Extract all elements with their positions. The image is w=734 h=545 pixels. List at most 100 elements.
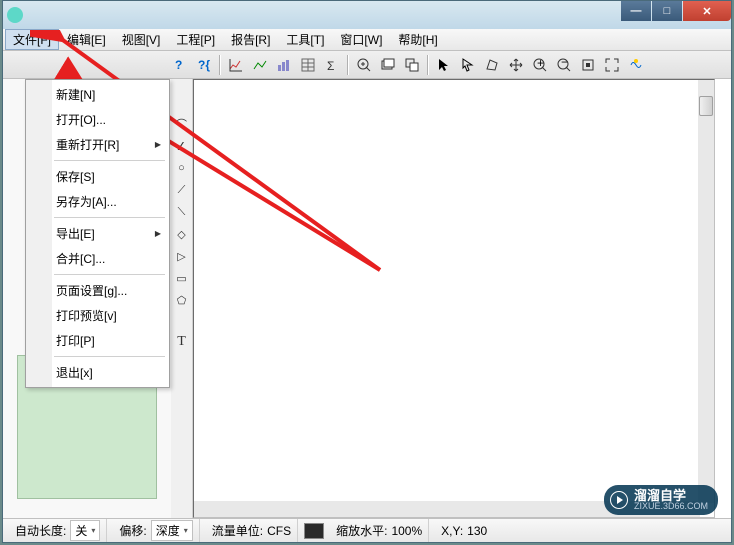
titlebar: — □ ✕ xyxy=(3,1,731,29)
menu-project[interactable]: 工程[P] xyxy=(168,29,223,50)
help-icon: ? xyxy=(172,57,188,73)
tool-line[interactable]: ⟋ xyxy=(173,181,191,199)
status-xy: X,Y: 130 xyxy=(435,519,493,542)
close-button[interactable]: ✕ xyxy=(683,1,731,21)
toolbar-button[interactable]: + xyxy=(529,54,551,76)
fit-icon xyxy=(580,57,596,73)
status-label: 自动长度: xyxy=(15,522,66,539)
tool-rect[interactable]: ▭ xyxy=(173,269,191,287)
watermark-text: 溜溜自学 ZIXUE.3D66.COM xyxy=(634,489,708,511)
menu-label: 新建[N] xyxy=(56,86,95,103)
toolbar-button[interactable] xyxy=(433,54,455,76)
toolbar-button[interactable] xyxy=(577,54,599,76)
menu-label: 打印[P] xyxy=(56,332,95,349)
toolbar-button[interactable]: Σ xyxy=(321,54,343,76)
tool-triangle[interactable]: ▷ xyxy=(173,247,191,265)
extent-icon xyxy=(604,57,620,73)
polygon-icon xyxy=(484,57,500,73)
scrollbar-thumb[interactable] xyxy=(699,96,713,116)
tool-angle[interactable]: ∠ xyxy=(173,137,191,155)
menu-export[interactable]: 导出[E] xyxy=(26,221,169,246)
menu-edit[interactable]: 编辑[E] xyxy=(59,29,114,50)
tool-text[interactable]: T xyxy=(173,333,191,351)
menu-page-setup[interactable]: 页面设置[g]... xyxy=(26,278,169,303)
toolbar-button[interactable] xyxy=(297,54,319,76)
play-icon xyxy=(610,491,628,509)
offset-dropdown[interactable]: 深度 xyxy=(151,520,193,541)
zoom-in-icon xyxy=(356,57,372,73)
tool-arc[interactable]: ⌒ xyxy=(173,115,191,133)
toolbar-button[interactable] xyxy=(401,54,423,76)
toolbar-button[interactable]: − xyxy=(553,54,575,76)
main-area: ⌒ ∠ ○ ⟋ ⟍ ◇ ▷ ▭ ⬠ T 新建[N] 打开[O]... 重新打开[… xyxy=(3,79,731,518)
toolbar-button[interactable]: ?{ xyxy=(193,54,215,76)
menu-reopen[interactable]: 重新打开[R] xyxy=(26,132,169,157)
menu-open[interactable]: 打开[O]... xyxy=(26,107,169,132)
menu-help[interactable]: 帮助[H] xyxy=(390,29,445,50)
status-zoom: 缩放水平: 100% xyxy=(330,519,429,542)
menu-view[interactable]: 视图[V] xyxy=(114,29,169,50)
toolbar-button[interactable] xyxy=(481,54,503,76)
toolbar: ? ?{ Σ + − xyxy=(3,51,731,79)
toolbar-button[interactable] xyxy=(273,54,295,76)
menu-label: 保存[S] xyxy=(56,168,95,185)
toolbar-button[interactable] xyxy=(505,54,527,76)
menu-print[interactable]: 打印[P] xyxy=(26,328,169,353)
menu-label: 打开[O]... xyxy=(56,111,106,128)
toolbar-button[interactable]: ? xyxy=(169,54,191,76)
toolbar-button[interactable] xyxy=(249,54,271,76)
menu-save-as[interactable]: 另存为[A]... xyxy=(26,189,169,214)
menu-tool[interactable]: 工具[T] xyxy=(278,29,332,50)
zoom-in-icon: + xyxy=(532,57,548,73)
watermark: 溜溜自学 ZIXUE.3D66.COM xyxy=(604,485,718,515)
maximize-button[interactable]: □ xyxy=(652,1,682,21)
status-label: X,Y: xyxy=(441,524,463,538)
vertical-scrollbar[interactable] xyxy=(698,80,714,503)
menu-exit[interactable]: 退出[x] xyxy=(26,360,169,385)
auto-length-dropdown[interactable]: 关 xyxy=(70,520,100,541)
svg-text:+: + xyxy=(537,57,544,70)
tool-polygon[interactable]: ⬠ xyxy=(173,291,191,309)
status-value: 130 xyxy=(467,524,487,538)
toolbar-button[interactable] xyxy=(225,54,247,76)
menu-new[interactable]: 新建[N] xyxy=(26,82,169,107)
toolbar-button[interactable] xyxy=(353,54,375,76)
vertical-toolbar: ⌒ ∠ ○ ⟋ ⟍ ◇ ▷ ▭ ⬠ T xyxy=(171,79,193,518)
status-value: CFS xyxy=(267,524,291,538)
menu-save[interactable]: 保存[S] xyxy=(26,164,169,189)
menu-file[interactable]: 文件[F] xyxy=(5,29,59,50)
menu-label: 合并[C]... xyxy=(56,250,105,267)
toolbar-separator xyxy=(347,55,349,75)
tool-circle[interactable]: ○ xyxy=(173,159,191,177)
status-label: 偏移: xyxy=(119,522,146,539)
layers-icon xyxy=(380,57,396,73)
statusbar: 自动长度: 关 偏移: 深度 流量单位: CFS 缩放水平: 100% X,Y:… xyxy=(3,518,731,542)
menubar: 文件[F] 编辑[E] 视图[V] 工程[P] 报告[R] 工具[T] 窗口[W… xyxy=(3,29,731,51)
watermark-url: ZIXUE.3D66.COM xyxy=(634,502,708,511)
menu-label: 重新打开[R] xyxy=(56,136,119,153)
menu-separator xyxy=(54,160,165,161)
menu-window[interactable]: 窗口[W] xyxy=(332,29,390,50)
toolbar-button[interactable] xyxy=(377,54,399,76)
canvas[interactable] xyxy=(193,79,715,518)
tool-line2[interactable]: ⟍ xyxy=(173,203,191,221)
toolbar-button[interactable] xyxy=(457,54,479,76)
minimize-button[interactable]: — xyxy=(621,1,651,21)
menu-merge[interactable]: 合并[C]... xyxy=(26,246,169,271)
query-icon: ?{ xyxy=(196,57,212,73)
svg-text:?{: ?{ xyxy=(198,58,210,72)
toolbar-separator xyxy=(427,55,429,75)
toolbar-button[interactable] xyxy=(625,54,647,76)
status-offset: 偏移: 深度 xyxy=(113,519,199,542)
chart-icon xyxy=(228,57,244,73)
svg-text:−: − xyxy=(561,57,568,69)
menu-print-preview[interactable]: 打印预览[v] xyxy=(26,303,169,328)
toolbar-button[interactable] xyxy=(601,54,623,76)
bars-icon xyxy=(276,57,292,73)
status-label: 缩放水平: xyxy=(336,522,387,539)
pan-icon xyxy=(508,57,524,73)
cascade-icon xyxy=(404,57,420,73)
tool-diamond[interactable]: ◇ xyxy=(173,225,191,243)
menu-report[interactable]: 报告[R] xyxy=(223,29,278,50)
toolbar-separator xyxy=(219,55,221,75)
